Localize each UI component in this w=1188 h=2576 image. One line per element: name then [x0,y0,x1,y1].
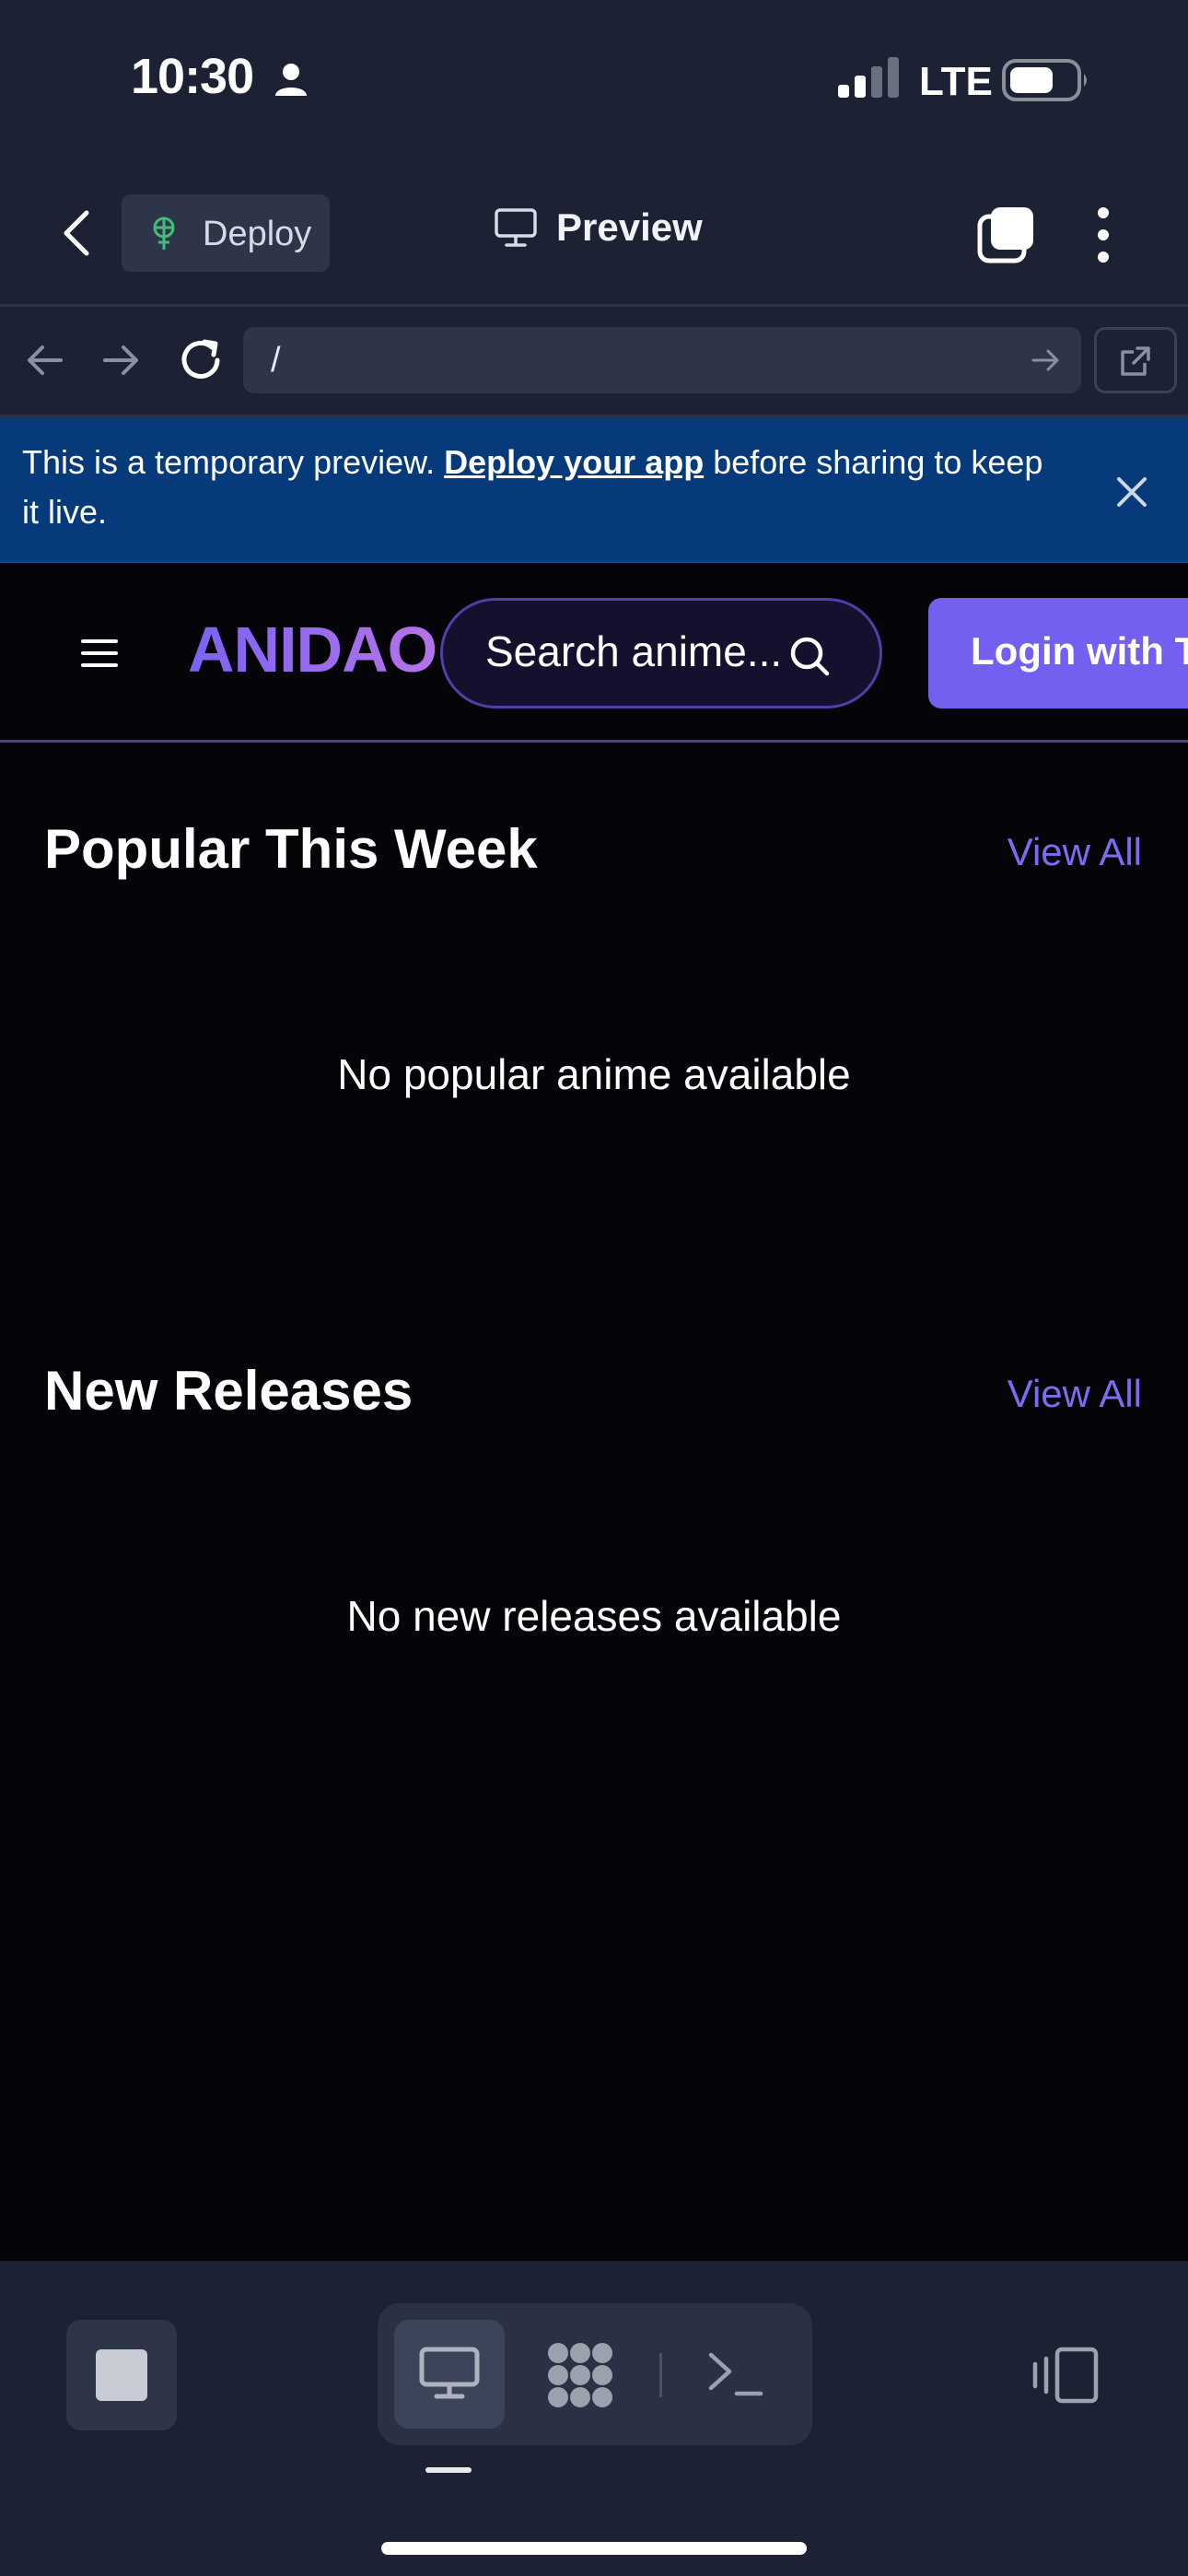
login-button[interactable]: Login with T [928,598,1188,708]
section-title-new-releases: New Releases [44,1360,413,1422]
deploy-label: Deploy [203,215,312,253]
active-mode-indicator [425,2467,472,2473]
search-icon[interactable] [787,634,832,678]
mode-shell-icon[interactable] [705,2349,764,2399]
nav-forward-icon[interactable] [99,342,142,379]
mode-switcher [378,2303,812,2445]
signal-icon [838,57,899,98]
view-all-new-releases-link[interactable]: View All [1007,1372,1142,1416]
status-time: 10:30 [131,49,254,104]
deploy-icon [153,217,175,250]
url-go-icon[interactable] [1030,344,1063,377]
site-preview: ANIDAO Login with T Popular This Week Vi… [0,563,1188,2261]
stop-icon [96,2349,147,2401]
network-type: LTE [919,59,993,104]
preview-title: Preview [494,205,703,250]
reload-icon[interactable] [177,336,225,384]
hamburger-icon[interactable] [79,637,120,670]
monitor-icon [495,208,537,247]
app-header: Deploy Preview [0,161,1188,307]
status-bar: 10:30 LTE [0,0,1188,161]
close-icon[interactable] [1114,474,1149,509]
view-all-popular-link[interactable]: View All [1007,830,1142,874]
stop-button[interactable] [66,2320,177,2430]
banner-text: This is a temporary preview. Deploy your… [22,438,1063,537]
preview-label: Preview [556,205,703,249]
device-icon[interactable] [1031,2346,1101,2405]
external-icon [1121,346,1150,376]
bottom-toolbar [0,2261,1188,2576]
mode-divider [659,2353,662,2397]
site-logo[interactable]: ANIDAO [188,613,437,686]
deploy-app-link[interactable]: Deploy your app [444,443,704,481]
tabs-icon[interactable] [976,204,1037,264]
person-icon [275,64,307,96]
section-title-popular: Popular This Week [44,818,538,880]
banner-text-before: This is a temporary preview. [22,443,445,481]
nav-back-icon[interactable] [24,342,66,379]
url-bar-row [0,307,1188,417]
mode-preview-button[interactable] [394,2320,505,2429]
mode-agent-icon[interactable] [543,2340,617,2410]
preview-banner: This is a temporary preview. Deploy your… [0,417,1188,563]
battery-icon [1002,59,1087,101]
open-external-button[interactable] [1094,327,1177,393]
empty-message-popular: No popular anime available [337,1050,851,1098]
site-navbar: ANIDAO Login with T [0,563,1188,743]
search-input[interactable] [485,626,780,676]
url-input[interactable] [243,327,1081,393]
mode-preview-icon [419,2347,480,2399]
empty-message-new-releases: No new releases available [346,1592,842,1640]
search-box[interactable] [440,598,882,708]
home-indicator [381,2542,807,2555]
login-label: Login with T [971,629,1188,673]
deploy-button[interactable]: Deploy [122,194,330,272]
back-icon[interactable] [57,207,98,259]
more-icon[interactable] [1087,205,1120,264]
